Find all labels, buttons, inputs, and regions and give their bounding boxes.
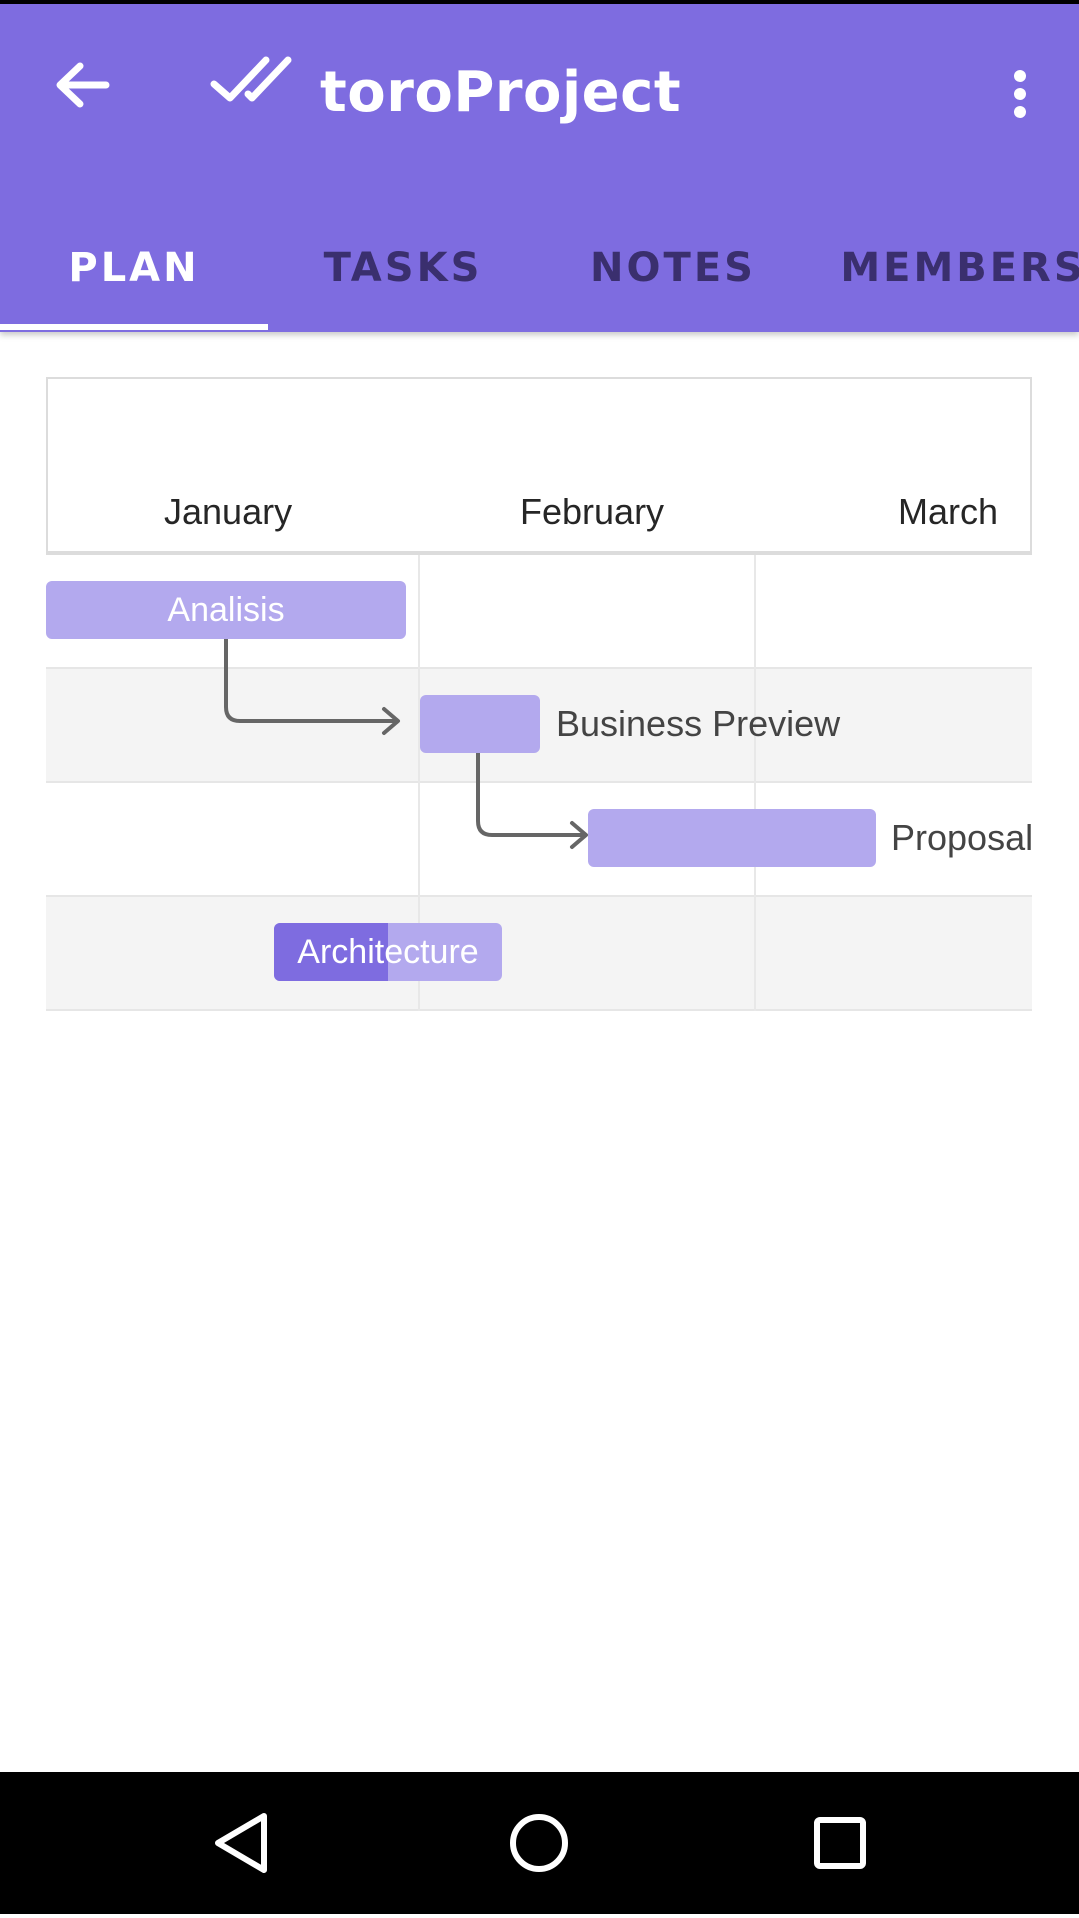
back-button[interactable] bbox=[38, 40, 128, 130]
task-label: Proposal bbox=[891, 817, 1034, 858]
task-bar-architecture[interactable]: Architecture bbox=[274, 923, 502, 981]
gantt-chart: January February March Analisis Business… bbox=[46, 377, 1034, 1011]
task-label: Architecture bbox=[297, 933, 479, 971]
month-divider bbox=[754, 555, 756, 1011]
more-vert-icon bbox=[1014, 70, 1026, 118]
month-label-february: February bbox=[520, 491, 665, 532]
active-tab-indicator bbox=[0, 324, 268, 330]
tab-plan[interactable]: PLAN bbox=[0, 204, 268, 332]
nav-home-circle-icon bbox=[510, 1814, 568, 1872]
nav-recents-button[interactable] bbox=[775, 1772, 905, 1914]
month-label-january: January bbox=[164, 491, 293, 532]
system-navigation-bar bbox=[0, 1772, 1079, 1914]
tab-notes[interactable]: NOTES bbox=[538, 204, 808, 332]
arrow-back-icon bbox=[56, 62, 110, 108]
tab-members[interactable]: MEMBERS bbox=[808, 204, 1079, 332]
task-label: Business Preview bbox=[556, 703, 841, 744]
nav-back-triangle-icon bbox=[215, 1813, 267, 1873]
task-bar-analisis[interactable]: Analisis bbox=[46, 581, 406, 639]
tab-tasks[interactable]: TASKS bbox=[268, 204, 538, 332]
dependency-arrow bbox=[476, 753, 588, 849]
nav-back-button[interactable] bbox=[176, 1772, 306, 1914]
nav-home-button[interactable] bbox=[474, 1772, 604, 1914]
double-check-icon bbox=[208, 54, 292, 114]
month-label-march: March bbox=[898, 491, 999, 532]
gantt-row bbox=[46, 897, 1032, 1011]
task-label: Analisis bbox=[167, 591, 285, 629]
nav-recents-square-icon bbox=[814, 1817, 866, 1869]
app-bar: toroProject PLAN TASKS NOTES MEMBERS bbox=[0, 4, 1079, 332]
gantt-body: Analisis Business Preview Proposal Archi… bbox=[46, 555, 1034, 1011]
overflow-menu-button[interactable] bbox=[990, 54, 1050, 134]
gantt-timeline-header: January February March bbox=[46, 377, 1032, 555]
tab-bar: PLAN TASKS NOTES MEMBERS bbox=[0, 204, 1079, 332]
dependency-arrow bbox=[224, 639, 400, 735]
app-title: toroProject bbox=[320, 60, 682, 125]
